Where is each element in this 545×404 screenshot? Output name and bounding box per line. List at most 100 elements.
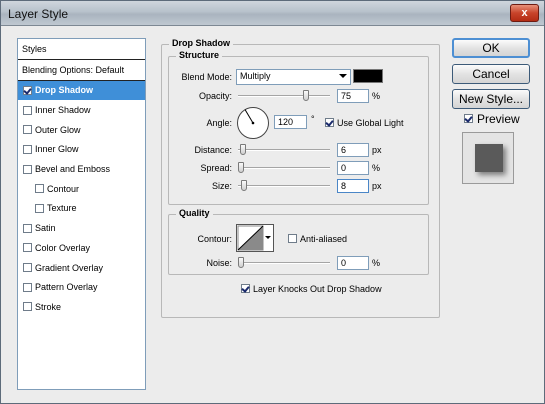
opacity-label: Opacity:	[198, 91, 232, 101]
blend-mode-label: Blend Mode:	[181, 72, 232, 82]
contour-label: Contour:	[197, 234, 232, 244]
preview-shape	[475, 144, 503, 172]
style-item-label: Color Overlay	[35, 242, 91, 253]
style-item-checkbox[interactable]	[23, 105, 32, 115]
style-item-stroke[interactable]: Stroke	[18, 298, 145, 318]
styles-list: Styles Blending Options: Default Drop Sh…	[17, 38, 146, 390]
opacity-input[interactable]: 75	[337, 89, 369, 103]
style-item-checkbox[interactable]	[23, 223, 32, 233]
style-item-drop-shadow[interactable]: Drop Shadow	[18, 81, 145, 101]
use-global-light-checkbox[interactable]	[325, 118, 334, 127]
size-input[interactable]: 8	[337, 179, 369, 193]
opacity-slider-thumb[interactable]	[303, 90, 309, 101]
spread-slider[interactable]	[238, 162, 330, 174]
window-title: Layer Style	[8, 7, 69, 21]
style-item-checkbox[interactable]	[23, 85, 32, 95]
dialog-client: Styles Blending Options: Default Drop Sh…	[6, 31, 539, 399]
style-item-checkbox[interactable]	[23, 144, 32, 154]
use-global-light-label[interactable]: Use Global Light	[337, 118, 404, 128]
opacity-slider-track	[238, 95, 330, 97]
ok-button[interactable]: OK	[452, 38, 530, 58]
angle-dial-icon	[237, 107, 269, 139]
angle-unit: °	[311, 114, 315, 124]
style-item-label: Pattern Overlay	[35, 282, 98, 293]
spread-slider-thumb[interactable]	[238, 162, 244, 173]
distance-input[interactable]: 6	[337, 143, 369, 157]
size-slider-thumb[interactable]	[241, 180, 247, 191]
angle-dial[interactable]	[236, 106, 270, 140]
anti-aliased-label[interactable]: Anti-aliased	[300, 234, 347, 244]
style-item-checkbox[interactable]	[23, 302, 32, 312]
angle-input[interactable]: 120	[274, 115, 307, 129]
style-item-label: Outer Glow	[35, 124, 81, 135]
style-item-checkbox[interactable]	[23, 243, 32, 253]
preview-label[interactable]: Preview	[477, 112, 520, 126]
blend-mode-select[interactable]: Multiply	[236, 69, 351, 85]
opacity-slider[interactable]	[238, 90, 330, 102]
size-label: Size:	[211, 181, 232, 191]
style-item-inner-glow[interactable]: Inner Glow	[18, 140, 145, 160]
spread-input[interactable]: 0	[337, 161, 369, 175]
distance-slider-track	[238, 149, 330, 151]
cancel-button[interactable]: Cancel	[452, 64, 530, 84]
style-item-contour[interactable]: Contour	[18, 179, 145, 200]
spread-unit: %	[372, 163, 381, 173]
blend-mode-value: Multiply	[240, 71, 271, 81]
style-item-checkbox[interactable]	[23, 164, 32, 174]
style-item-texture[interactable]: Texture	[18, 199, 145, 219]
style-item-checkbox[interactable]	[23, 282, 32, 292]
style-item-inner-shadow[interactable]: Inner Shadow	[18, 101, 145, 121]
noise-slider-track	[238, 262, 330, 264]
style-item-gradient-overlay[interactable]: Gradient Overlay	[18, 258, 145, 278]
size-slider[interactable]	[238, 180, 330, 192]
knocks-out-checkbox[interactable]	[241, 284, 250, 293]
blending-options-label: Blending Options: Default	[22, 65, 125, 75]
style-item-checkbox[interactable]	[23, 263, 32, 273]
close-button[interactable]: x	[510, 4, 539, 22]
quality-title: Quality	[176, 208, 213, 218]
styles-header[interactable]: Styles	[18, 39, 145, 60]
style-item-label: Drop Shadow	[35, 85, 93, 96]
distance-slider-thumb[interactable]	[240, 144, 246, 155]
title-bar[interactable]: Layer Style x	[1, 1, 544, 26]
opacity-unit: %	[372, 91, 381, 101]
style-item-pattern-overlay[interactable]: Pattern Overlay	[18, 278, 145, 298]
contour-picker[interactable]	[236, 224, 274, 252]
style-item-label: Satin	[35, 223, 56, 234]
blending-options-item[interactable]: Blending Options: Default	[18, 60, 145, 81]
style-item-outer-glow[interactable]: Outer Glow	[18, 120, 145, 141]
style-item-checkbox[interactable]	[35, 184, 44, 194]
preview-checkbox[interactable]	[464, 114, 473, 123]
spread-slider-track	[238, 167, 330, 169]
knocks-out-label[interactable]: Layer Knocks Out Drop Shadow	[253, 284, 382, 294]
noise-label: Noise:	[206, 258, 232, 268]
noise-slider-thumb[interactable]	[238, 257, 244, 268]
style-items: Drop Shadow Inner Shadow Outer Glow Inner G…	[18, 81, 145, 318]
angle-label: Angle:	[206, 118, 232, 128]
new-style-button[interactable]: New Style...	[452, 89, 530, 109]
style-item-label: Contour	[47, 183, 80, 194]
style-item-label: Gradient Overlay	[35, 262, 104, 273]
noise-unit: %	[372, 258, 381, 268]
style-item-checkbox[interactable]	[35, 203, 44, 213]
style-item-color-overlay[interactable]: Color Overlay	[18, 239, 145, 259]
distance-unit: px	[372, 145, 382, 155]
distance-slider[interactable]	[238, 144, 330, 156]
drop-shadow-title: Drop Shadow	[169, 38, 233, 48]
style-item-label: Inner Glow	[35, 144, 79, 155]
style-item-label: Bevel and Emboss	[35, 164, 111, 175]
size-unit: px	[372, 181, 382, 191]
style-item-satin[interactable]: Satin	[18, 219, 145, 239]
spread-label: Spread:	[200, 163, 232, 173]
contour-preview-icon	[237, 225, 264, 251]
style-item-checkbox[interactable]	[23, 125, 32, 135]
shadow-color-swatch[interactable]	[353, 69, 383, 83]
anti-aliased-checkbox[interactable]	[288, 234, 297, 243]
noise-input[interactable]: 0	[337, 256, 369, 270]
contour-dropdown-icon[interactable]	[265, 236, 271, 239]
size-slider-track	[238, 185, 330, 187]
noise-slider[interactable]	[238, 257, 330, 269]
style-item-bevel-and-emboss[interactable]: Bevel and Emboss	[18, 160, 145, 180]
structure-title: Structure	[176, 50, 223, 60]
preview-swatch	[462, 132, 514, 184]
